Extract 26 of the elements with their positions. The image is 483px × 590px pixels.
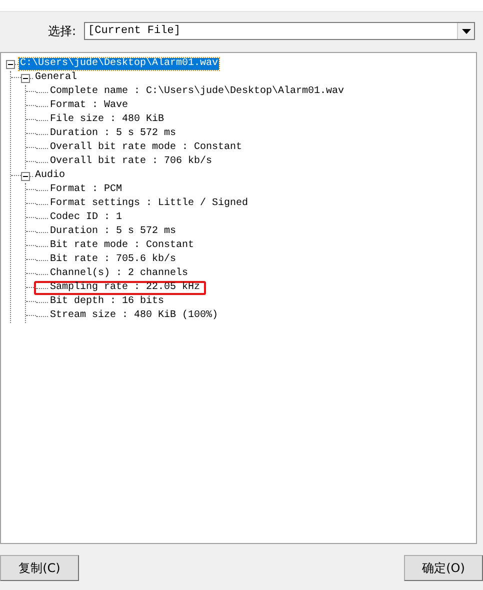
tree-node-label[interactable]: Overall bit rate : 706 kb/s bbox=[49, 156, 214, 168]
tree-node-label[interactable]: Sampling rate : 22.05 kHz bbox=[49, 282, 202, 294]
tree-node-label[interactable]: File size : 480 KiB bbox=[49, 114, 166, 126]
selector-label: 选择: bbox=[48, 22, 78, 40]
file-select-dropdown[interactable]: [Current File] bbox=[84, 22, 475, 40]
dialog-button[interactable]: 确定(O) bbox=[404, 555, 483, 581]
tree-node-label[interactable]: Codec ID : 1 bbox=[49, 212, 124, 224]
dialog-button[interactable]: 复制(C) bbox=[0, 555, 79, 581]
tree-node-label[interactable]: Duration : 5 s 572 ms bbox=[49, 226, 178, 238]
collapse-toggle-icon[interactable] bbox=[21, 172, 30, 180]
tree-node-label[interactable]: Duration : 5 s 572 ms bbox=[49, 128, 178, 140]
tree-node-label[interactable]: Bit depth : 16 bits bbox=[49, 296, 166, 308]
tree-node-label[interactable]: Format : PCM bbox=[49, 184, 124, 196]
tree-node-label[interactable]: Format settings : Little / Signed bbox=[49, 198, 250, 210]
collapse-toggle-icon[interactable] bbox=[21, 74, 30, 82]
tree-node-label[interactable]: Complete name : C:\Users\jude\Desktop\Alarm01.wav bbox=[49, 86, 346, 98]
collapse-toggle-icon[interactable] bbox=[6, 60, 15, 68]
tree-node-label[interactable]: General bbox=[34, 72, 78, 84]
tree-node-label[interactable]: Bit rate mode : Constant bbox=[49, 240, 196, 252]
tree-node-label[interactable]: Stream size : 480 KiB (100%) bbox=[49, 310, 220, 322]
tree-node-label[interactable]: C:\Users\jude\Desktop\Alarm01.wav bbox=[19, 58, 220, 70]
tree-node-label[interactable]: Format : Wave bbox=[49, 100, 130, 112]
tree-node-label[interactable]: Overall bit rate mode : Constant bbox=[49, 142, 244, 154]
tree-node-label[interactable]: Audio bbox=[34, 170, 66, 182]
tree-node-label[interactable]: Bit rate : 705.6 kb/s bbox=[49, 254, 178, 266]
tree-node-label[interactable]: Channel(s) : 2 channels bbox=[49, 268, 190, 280]
